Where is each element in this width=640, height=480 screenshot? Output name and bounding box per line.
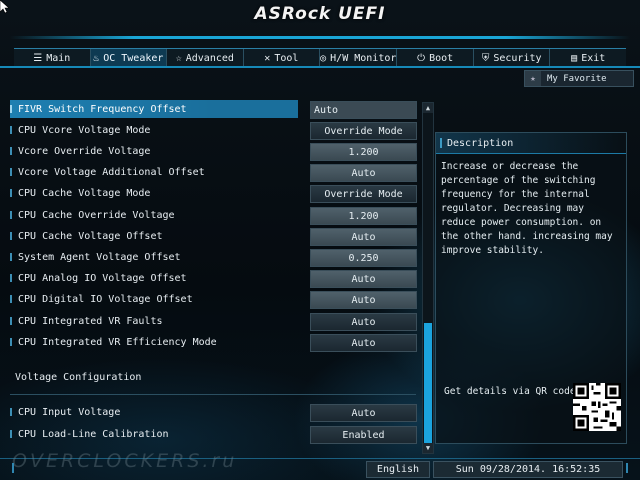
row-marker xyxy=(10,168,12,176)
power-icon: ⏻ xyxy=(417,52,426,64)
tab-oc-tweaker-label: OC Tweaker xyxy=(103,52,164,64)
cpu-digital-io-voltage-offset-input[interactable]: Auto xyxy=(310,291,417,309)
cpu-load-line-calibration-select[interactable]: Enabled xyxy=(310,426,417,444)
tab-underline xyxy=(0,66,640,68)
setting-label: CPU Integrated VR Efficiency Mode xyxy=(18,336,217,348)
setting-label: CPU Cache Override Voltage xyxy=(18,209,175,221)
tab-main[interactable]: ☰ Main xyxy=(14,49,91,67)
qr-code-icon[interactable] xyxy=(573,383,621,431)
row-marker xyxy=(10,295,12,303)
description-panel: Description Increase or decrease the per… xyxy=(435,132,627,444)
footer-marker-left xyxy=(12,463,14,473)
setting-label: CPU Integrated VR Faults xyxy=(18,315,163,327)
star-icon: ☆ xyxy=(175,52,182,64)
setting-label: CPU Digital IO Voltage Offset xyxy=(18,293,193,305)
row-marker xyxy=(10,274,12,282)
tab-main-label: Main xyxy=(46,52,71,64)
section-divider xyxy=(10,394,416,395)
vcore-voltage-additional-offset-input[interactable]: Auto xyxy=(310,164,417,182)
description-title: Description xyxy=(447,137,514,149)
vcore-override-voltage-input[interactable]: 1.200 xyxy=(310,143,417,161)
row-marker xyxy=(10,408,12,416)
setting-label: System Agent Voltage Offset xyxy=(18,251,181,263)
setting-label: CPU Cache Voltage Offset xyxy=(18,230,163,242)
flame-icon: ♨ xyxy=(93,52,100,64)
setting-label: FIVR Switch Frequency Offset xyxy=(18,103,187,115)
voltage-configuration-heading: Voltage Configuration xyxy=(15,372,142,383)
setting-label: CPU Input Voltage xyxy=(18,406,121,418)
tab-hw-monitor-label: H/W Monitor xyxy=(330,52,397,64)
cpu-integrated-vr-faults-select[interactable]: Auto xyxy=(310,313,417,331)
setting-label: Vcore Voltage Additional Offset xyxy=(18,166,205,178)
description-text: Increase or decrease the percentage of t… xyxy=(441,161,613,256)
scrollbar-thumb[interactable] xyxy=(424,323,432,443)
description-marker xyxy=(440,138,442,148)
description-header: Description xyxy=(436,133,626,154)
cpu-integrated-vr-efficiency-mode-select[interactable]: Auto xyxy=(310,334,417,352)
my-favorite-label: My Favorite xyxy=(547,73,607,84)
tab-oc-tweaker[interactable]: ♨ OC Tweaker xyxy=(90,49,168,67)
cpu-input-voltage-select[interactable]: Auto xyxy=(310,404,417,422)
row-marker xyxy=(10,232,12,240)
setting-label: CPU Cache Voltage Mode xyxy=(18,187,151,199)
exit-icon: ▤ xyxy=(571,52,578,64)
setting-row-fivr-switch-frequency-offset[interactable]: FIVR Switch Frequency Offset xyxy=(10,100,298,118)
list-icon: ☰ xyxy=(33,52,43,64)
title-underline xyxy=(10,36,630,39)
site-watermark: OVERCLOCKERS.ru xyxy=(12,450,238,472)
footer-marker-right xyxy=(626,463,628,473)
monitor-icon: ◎ xyxy=(320,52,327,64)
setting-label: Vcore Override Voltage xyxy=(18,145,151,157)
system-agent-voltage-offset-input[interactable]: 0.250 xyxy=(310,249,417,267)
favorite-star-icon: ★ xyxy=(525,71,541,86)
setting-label: CPU Load-Line Calibration xyxy=(18,428,169,440)
qr-code-label: Get details via QR code xyxy=(444,386,576,397)
cpu-cache-voltage-offset-input[interactable]: Auto xyxy=(310,228,417,246)
row-marker xyxy=(10,253,12,261)
tab-boot-label: Boot xyxy=(429,52,454,64)
scroll-down-arrow-icon[interactable]: ▼ xyxy=(423,443,433,453)
setting-label: CPU Analog IO Voltage Offset xyxy=(18,272,187,284)
shield-icon: ⛨ xyxy=(481,52,490,64)
tab-hw-monitor[interactable]: ◎ H/W Monitor xyxy=(320,49,398,67)
setting-label: CPU Vcore Voltage Mode xyxy=(18,124,151,136)
my-favorite-button[interactable]: ★ My Favorite xyxy=(524,70,634,87)
tab-security[interactable]: ⛨ Security xyxy=(474,49,551,67)
tab-exit[interactable]: ▤ Exit xyxy=(550,49,626,67)
date-time-display[interactable]: Sun 09/28/2014. 16:52:35 xyxy=(433,461,623,478)
row-marker xyxy=(10,105,12,113)
row-marker xyxy=(10,211,12,219)
app-title: ASRock UEFI xyxy=(254,4,386,24)
language-button[interactable]: English xyxy=(366,461,430,478)
tab-tool-label: Tool xyxy=(274,52,299,64)
cpu-vcore-voltage-mode-select[interactable]: Override Mode xyxy=(310,122,417,140)
row-marker xyxy=(10,126,12,134)
cpu-cache-override-voltage-input[interactable]: 1.200 xyxy=(310,207,417,225)
tab-security-label: Security xyxy=(493,52,542,64)
row-marker xyxy=(10,147,12,155)
settings-scrollbar[interactable]: ▲ ▼ xyxy=(422,102,434,454)
tab-boot[interactable]: ⏻ Boot xyxy=(397,49,474,67)
tab-advanced-label: Advanced xyxy=(185,52,234,64)
main-tab-bar: ☰ Main ♨ OC Tweaker ☆ Advanced ✕ Tool ◎ H/W M… xyxy=(14,48,626,68)
fivr-switch-frequency-offset-input[interactable]: Auto xyxy=(310,101,417,119)
row-marker xyxy=(10,317,12,325)
tab-advanced[interactable]: ☆ Advanced xyxy=(167,49,244,67)
cpu-cache-voltage-mode-select[interactable]: Override Mode xyxy=(310,185,417,203)
cpu-analog-io-voltage-offset-input[interactable]: Auto xyxy=(310,270,417,288)
scroll-up-arrow-icon[interactable]: ▲ xyxy=(423,103,433,113)
wrench-icon: ✕ xyxy=(264,52,271,64)
row-marker xyxy=(10,430,12,438)
row-marker xyxy=(10,338,12,346)
tab-tool[interactable]: ✕ Tool xyxy=(244,49,321,67)
row-marker xyxy=(10,189,12,197)
tab-exit-label: Exit xyxy=(581,52,606,64)
